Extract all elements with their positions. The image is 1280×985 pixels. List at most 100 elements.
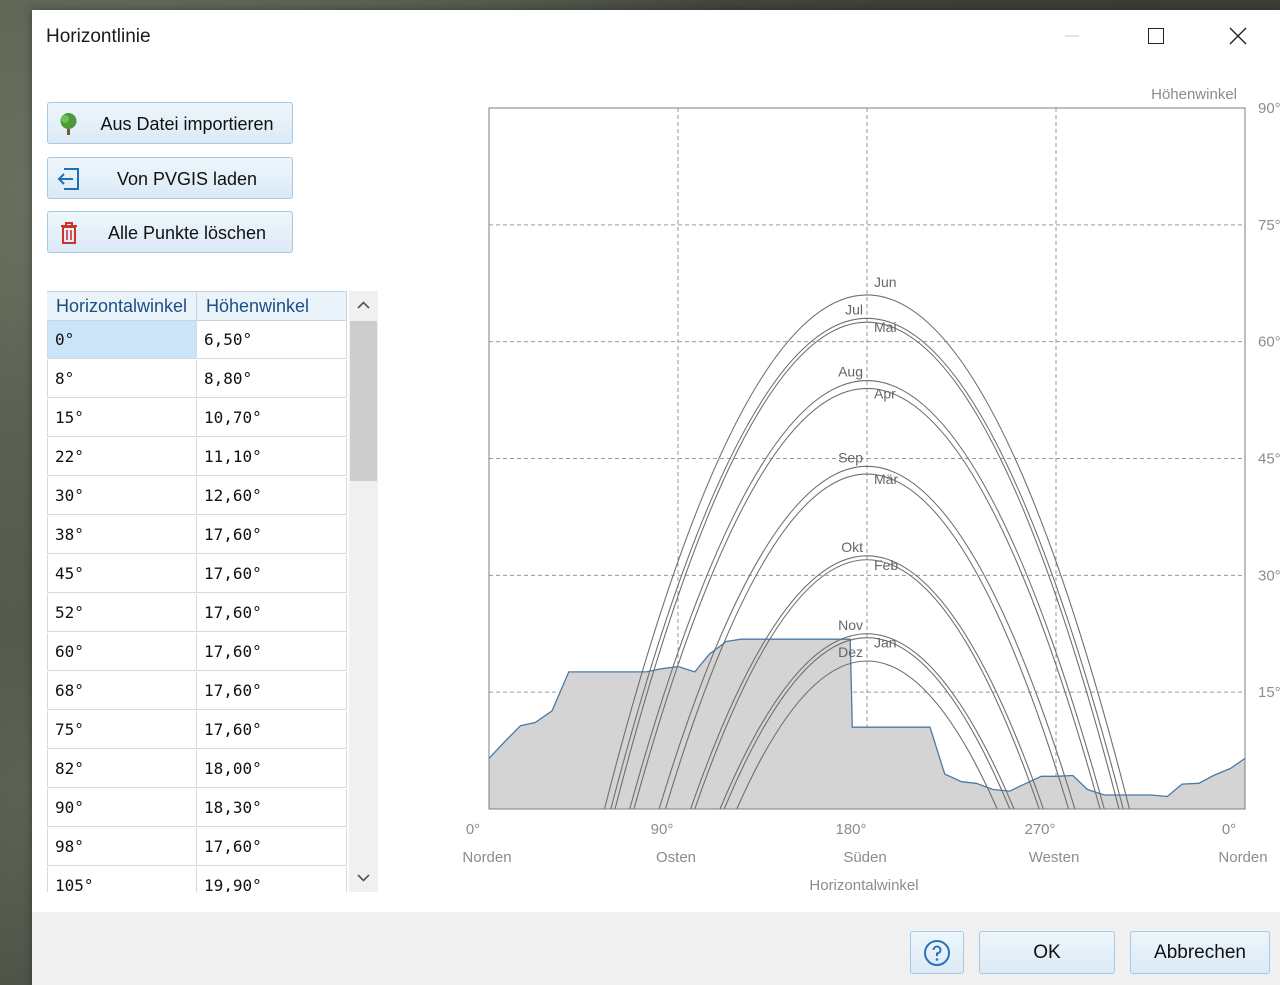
table-row[interactable]: 8° 8,80° xyxy=(47,360,347,399)
table-row[interactable]: 38° 17,60° xyxy=(47,516,347,555)
import-label: Aus Datei importieren xyxy=(100,114,274,134)
cell-elevation-angle[interactable]: 17,60° xyxy=(197,594,347,632)
delete-label: Alle Punkte löschen xyxy=(107,223,267,243)
cell-horizontal-angle[interactable]: 82° xyxy=(47,750,197,788)
cell-elevation-angle[interactable]: 17,60° xyxy=(197,555,347,593)
horizon-dialog: Horizontlinie Aus Datei importieren Von … xyxy=(32,10,1280,985)
cell-elevation-angle[interactable]: 10,70° xyxy=(197,399,347,437)
cell-elevation-angle[interactable]: 11,10° xyxy=(197,438,347,476)
table-row[interactable]: 15° 10,70° xyxy=(47,399,347,438)
month-label: Nov xyxy=(838,617,863,633)
cell-horizontal-angle[interactable]: 90° xyxy=(47,789,197,827)
table-row[interactable]: 30° 12,60° xyxy=(47,477,347,516)
month-label: Dez xyxy=(838,644,863,660)
x-tick-label: 90° xyxy=(651,821,674,838)
table-header: Horizontalwinkel Höhenwinkel xyxy=(47,291,347,321)
table-row[interactable]: 90° 18,30° xyxy=(47,789,347,828)
x-tick-direction: Norden xyxy=(1218,849,1267,866)
table-row[interactable]: 105° 19,90° xyxy=(47,867,347,892)
cancel-button[interactable]: Abbrechen xyxy=(1130,931,1270,974)
month-label: Mär xyxy=(874,471,898,487)
table-row[interactable]: 60° 17,60° xyxy=(47,633,347,672)
y-tick-label: 15° xyxy=(1258,684,1280,701)
delete-all-points-button[interactable]: Alle Punkte löschen xyxy=(47,211,293,253)
month-label: Sep xyxy=(838,449,863,465)
table-row[interactable]: 0° 6,50° xyxy=(47,321,347,360)
close-icon xyxy=(1229,27,1247,45)
help-icon xyxy=(924,940,950,966)
table-scrollbar[interactable] xyxy=(349,291,378,892)
column-header-elevation-angle[interactable]: Höhenwinkel xyxy=(197,292,347,321)
horizon-chart: Jun Jul Mai Aug Apr Sep Mär Okt Feb Nov Jan Dez 15° 3… xyxy=(462,86,1280,894)
x-tick-label: 270° xyxy=(1024,821,1055,838)
close-button[interactable] xyxy=(1208,10,1268,62)
cell-elevation-angle[interactable]: 17,60° xyxy=(197,828,347,866)
cell-horizontal-angle[interactable]: 98° xyxy=(47,828,197,866)
y-tick-label: 30° xyxy=(1258,567,1280,584)
scrollbar-thumb[interactable] xyxy=(350,321,377,481)
cell-horizontal-angle[interactable]: 45° xyxy=(47,555,197,593)
cell-elevation-angle[interactable]: 18,00° xyxy=(197,750,347,788)
load-from-pvgis-button[interactable]: Von PVGIS laden xyxy=(47,157,293,199)
scroll-up-icon[interactable] xyxy=(349,291,378,319)
cell-elevation-angle[interactable]: 17,60° xyxy=(197,672,347,710)
cell-horizontal-angle[interactable]: 8° xyxy=(47,360,197,398)
x-tick-direction: Süden xyxy=(843,849,886,866)
cell-horizontal-angle[interactable]: 68° xyxy=(47,672,197,710)
cell-elevation-angle[interactable]: 12,60° xyxy=(197,477,347,515)
y-tick-label: 90° xyxy=(1258,100,1280,117)
cell-horizontal-angle[interactable]: 105° xyxy=(47,867,197,892)
cell-elevation-angle[interactable]: 19,90° xyxy=(197,867,347,892)
x-axis-title: Horizontalwinkel xyxy=(809,877,918,894)
x-tick-direction: Osten xyxy=(656,849,696,866)
minimize-button[interactable] xyxy=(1042,10,1102,62)
table-row[interactable]: 82° 18,00° xyxy=(47,750,347,789)
maximize-button[interactable] xyxy=(1126,10,1186,62)
tree-icon xyxy=(60,113,77,135)
horizon-points-table: Horizontalwinkel Höhenwinkel 0° 6,50° 8° 8,… xyxy=(47,291,378,892)
cell-horizontal-angle[interactable]: 15° xyxy=(47,399,197,437)
pvgis-label: Von PVGIS laden xyxy=(116,169,258,189)
x-tick-direction: Norden xyxy=(462,849,511,866)
x-tick-label: 180° xyxy=(835,821,866,838)
cell-horizontal-angle[interactable]: 0° xyxy=(47,321,197,359)
column-header-horizontal-angle[interactable]: Horizontalwinkel xyxy=(47,292,197,321)
ok-button[interactable]: OK xyxy=(979,931,1115,974)
cell-horizontal-angle[interactable]: 38° xyxy=(47,516,197,554)
table-row[interactable]: 68° 17,60° xyxy=(47,672,347,711)
cell-horizontal-angle[interactable]: 22° xyxy=(47,438,197,476)
help-button[interactable] xyxy=(910,931,964,974)
x-tick-direction: Westen xyxy=(1029,849,1080,866)
table-row[interactable]: 75° 17,60° xyxy=(47,711,347,750)
maximize-icon xyxy=(1148,28,1164,44)
month-label: Jun xyxy=(874,274,897,290)
month-label: Mai xyxy=(874,319,897,335)
scroll-down-icon[interactable] xyxy=(349,864,378,892)
y-tick-label: 75° xyxy=(1258,217,1280,234)
cell-elevation-angle[interactable]: 17,60° xyxy=(197,516,347,554)
cell-horizontal-angle[interactable]: 52° xyxy=(47,594,197,632)
minimize-icon xyxy=(1065,35,1079,37)
cell-elevation-angle[interactable]: 6,50° xyxy=(197,321,347,359)
import-arrow-icon xyxy=(57,168,79,190)
x-tick-label: 0° xyxy=(1222,821,1236,838)
dialog-footer: OK Abbrechen xyxy=(32,912,1280,985)
table-row[interactable]: 22° 11,10° xyxy=(47,438,347,477)
table-row[interactable]: 45° 17,60° xyxy=(47,555,347,594)
import-from-file-button[interactable]: Aus Datei importieren xyxy=(47,102,293,144)
y-axis-title: Höhenwinkel xyxy=(1151,86,1237,103)
table-row[interactable]: 52° 17,60° xyxy=(47,594,347,633)
cell-elevation-angle[interactable]: 18,30° xyxy=(197,789,347,827)
cell-elevation-angle[interactable]: 17,60° xyxy=(197,633,347,671)
cell-elevation-angle[interactable]: 8,80° xyxy=(197,360,347,398)
month-label: Jan xyxy=(874,635,897,651)
month-label: Okt xyxy=(841,539,863,555)
y-tick-label: 60° xyxy=(1258,334,1280,351)
trash-icon xyxy=(61,222,77,244)
table-row[interactable]: 98° 17,60° xyxy=(47,828,347,867)
cell-horizontal-angle[interactable]: 75° xyxy=(47,711,197,749)
x-tick-label: 0° xyxy=(466,821,480,838)
cell-elevation-angle[interactable]: 17,60° xyxy=(197,711,347,749)
cell-horizontal-angle[interactable]: 30° xyxy=(47,477,197,515)
cell-horizontal-angle[interactable]: 60° xyxy=(47,633,197,671)
